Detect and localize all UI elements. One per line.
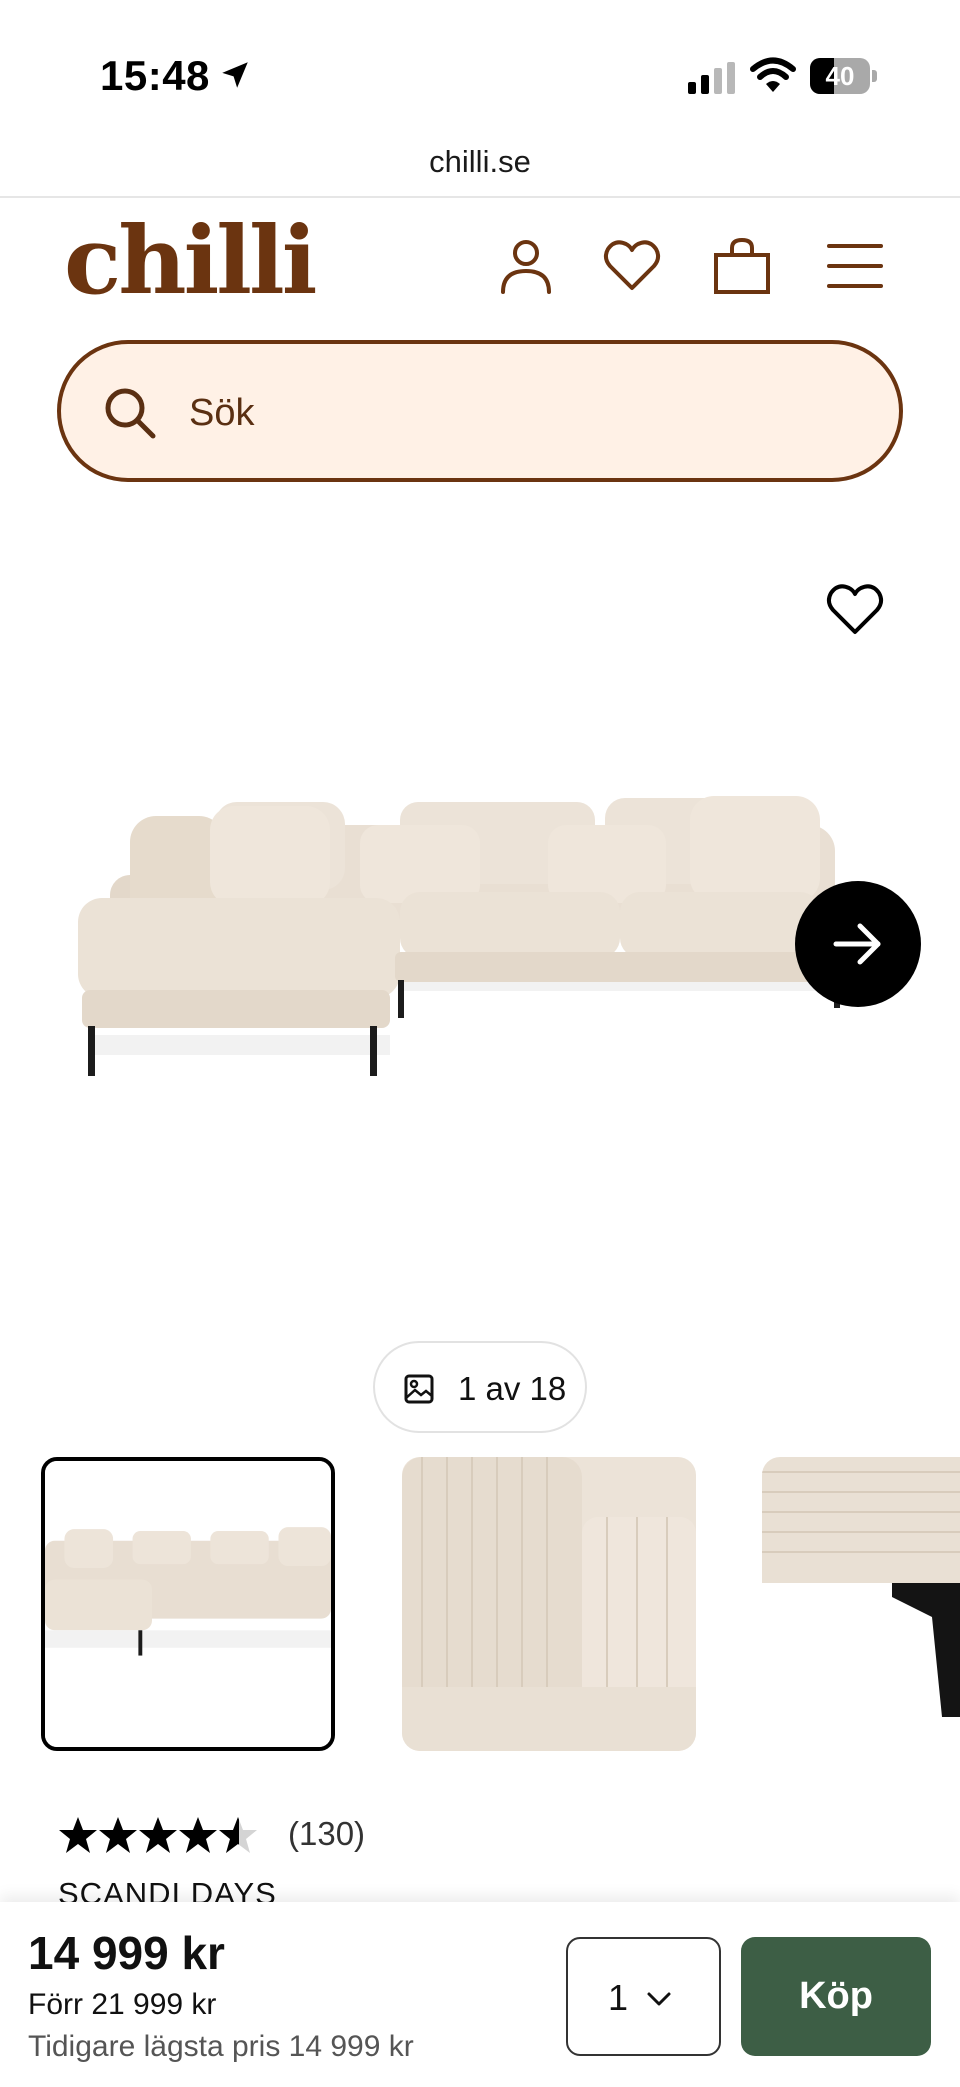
quantity-value: 1 <box>608 1977 629 2018</box>
thumbnail-2[interactable] <box>402 1457 696 1751</box>
search-input[interactable]: Sök <box>57 340 903 482</box>
next-image-button[interactable] <box>795 881 921 1007</box>
product-image <box>78 796 840 1076</box>
battery-level-text: 40 <box>825 61 855 91</box>
thumbnail-3[interactable] <box>762 1457 960 1751</box>
shopping-bag-icon[interactable] <box>712 236 772 296</box>
status-time: 15:48 <box>100 52 210 99</box>
location-arrow-icon <box>222 62 248 88</box>
wifi-icon <box>750 57 796 92</box>
favorite-heart-icon[interactable] <box>825 580 885 636</box>
divider <box>0 196 960 198</box>
browser-url[interactable]: chilli.se <box>0 144 960 180</box>
chevron-down-icon <box>647 1992 671 2006</box>
previous-price: Förr 21 999 kr <box>28 1988 217 2021</box>
thumbnail-1[interactable] <box>41 1457 335 1751</box>
account-icon[interactable] <box>496 236 556 296</box>
battery-indicator: 40 <box>810 58 877 94</box>
rating-stars <box>59 1817 257 1853</box>
lowest-price-note: Tidigare lägsta pris 14 999 kr <box>28 2030 414 2063</box>
status-bar: 15:48 40 <box>0 0 960 140</box>
rating-count[interactable]: (130) <box>288 1815 365 1853</box>
search-placeholder: Sök <box>189 392 255 434</box>
cellular-signal-icon <box>688 62 735 94</box>
image-counter: 1 av 18 <box>373 1341 587 1433</box>
image-counter-text: 1 av 18 <box>458 1370 567 1407</box>
menu-icon[interactable] <box>825 236 885 296</box>
quantity-select[interactable]: 1 <box>566 1937 721 2056</box>
heart-icon[interactable] <box>602 236 662 296</box>
search-icon <box>105 388 156 439</box>
buy-bar: 14 999 kr Förr 21 999 kr Tidigare lägsta… <box>0 1902 960 2087</box>
current-price: 14 999 kr <box>28 1927 225 1979</box>
buy-button[interactable]: Köp <box>741 1937 931 2056</box>
image-icon <box>404 1374 434 1404</box>
chilli-logo[interactable]: chilli <box>64 206 317 316</box>
arrow-right-icon <box>833 923 881 965</box>
